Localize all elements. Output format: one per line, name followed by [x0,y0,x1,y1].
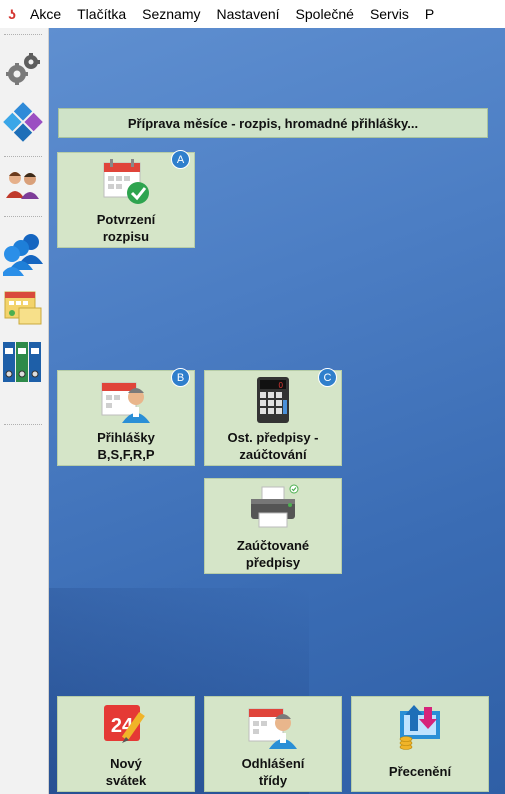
calendar-check-icon [58,157,194,207]
toolbar-separator [4,424,42,425]
menu-item-seznamy[interactable]: Seznamy [134,6,208,22]
menu-item-spolecne[interactable]: Společné [288,6,362,22]
tile-prihlasky[interactable]: B Přihlášky B,S,F,R,P [57,368,195,466]
printer-icon [205,483,341,533]
menu-item-p[interactable]: P [417,6,442,22]
calculator-icon: 0 [205,375,341,425]
calendar-24-pencil-icon: 24 [58,701,194,751]
revaluation-icon [352,701,488,751]
desktop-area: Příprava měsíce - rozpis, hromadné přihl… [49,28,505,794]
people-group-icon[interactable] [0,232,46,276]
tile-zauctovane-predpisy[interactable]: Zaúčtované předpisy [204,478,342,574]
toolbar-separator [4,34,42,35]
left-toolbar [0,28,49,794]
tile-label: Ost. předpisy - zaúčtování [227,430,319,462]
tile-novy-svatek[interactable]: 24 Nový svátek [57,696,195,792]
menu-bar: ʖ Akce Tlačítka Seznamy Nastavení Společ… [0,0,505,28]
users-icon[interactable] [0,164,46,204]
calendar-icon[interactable] [0,286,46,326]
toolbar-separator [4,156,42,157]
tile-label: Přihlášky B,S,F,R,P [97,430,155,462]
tile-label: Zaúčtované předpisy [236,538,310,570]
section-header: Příprava měsíce - rozpis, hromadné přihl… [58,108,488,138]
toolbar-separator [4,216,42,217]
calculator-display: 0 [279,381,284,390]
calendar-person-icon [205,701,341,751]
tile-label: Přecenění [388,764,452,779]
menu-item-tlacitka[interactable]: Tlačítka [69,6,134,22]
menu-item-servis[interactable]: Servis [362,6,417,22]
tile-odhlaseni-tridy[interactable]: Odhlášení třídy [204,696,342,792]
puzzle-icon[interactable] [0,102,46,142]
menu-item-nastaveni[interactable]: Nastavení [209,6,288,22]
tile-label: Nový svátek [105,756,147,788]
menu-item-akce[interactable]: Akce [22,6,69,22]
app-logo-icon: ʖ [8,6,16,22]
binders-icon[interactable] [0,340,46,384]
tile-ost-predpisy[interactable]: C 0 Ost. předpisy - zaúčtování [204,368,342,466]
tile-potvrzeni-rozpisu[interactable]: A Potvrzení rozpisu [57,150,195,248]
tile-preceneni[interactable]: Přecenění [351,696,489,792]
tile-label: Potvrzení rozpisu [96,212,156,244]
tile-label: Odhlášení třídy [241,756,305,788]
calendar-person-icon [58,375,194,425]
gears-icon[interactable] [0,50,46,90]
